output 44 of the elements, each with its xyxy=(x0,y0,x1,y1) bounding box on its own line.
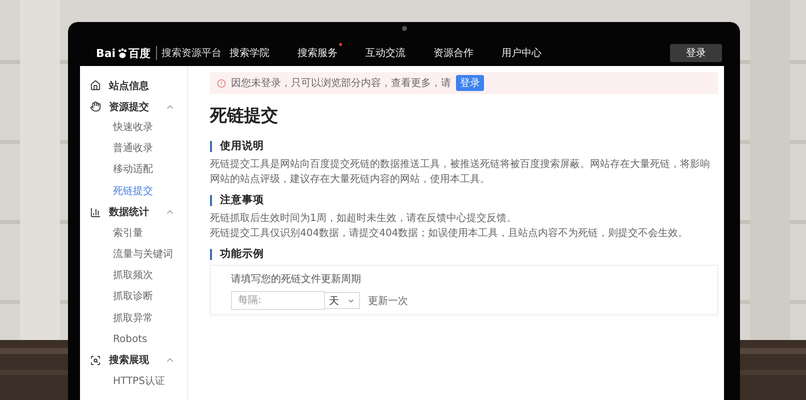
camera-icon xyxy=(402,26,406,31)
platform-name: 搜索资源平台 xyxy=(156,46,222,60)
sidebar-item[interactable]: 普通收录 xyxy=(113,138,187,160)
input-field[interactable]: 每隔: xyxy=(231,291,325,310)
sidebar-item[interactable]: Robots xyxy=(113,328,187,350)
nav-link[interactable]: 资源合作 xyxy=(434,46,474,60)
sidebar-item[interactable]: 抓取诊断 xyxy=(113,286,187,308)
section-heading: 使用说明 xyxy=(210,141,718,152)
suffix-text: 更新一次 xyxy=(368,294,408,308)
sidebar-group[interactable]: 数据统计 xyxy=(109,205,165,220)
sidebar-group[interactable]: 搜索展现 xyxy=(109,353,165,368)
search-icon xyxy=(90,354,101,366)
paragraph: 死链抓取后生效时间为1周，如超时未生效，请在反馈中心提交反馈。 xyxy=(210,212,518,226)
sidebar-item[interactable]: HTTPS认证 xyxy=(113,370,187,392)
hand-icon xyxy=(90,101,101,112)
alert-icon xyxy=(217,78,226,88)
sidebar-item[interactable]: 死链提交 xyxy=(113,180,187,202)
paragraph: 死链提交工具仅识别404数据，请提交404数据；如误使用本工具，且站点内容不为死链，则提交不会生效。 xyxy=(210,226,690,241)
logo-text: 百度 xyxy=(128,46,151,60)
section-heading: 注意事项 xyxy=(210,195,718,206)
sidebar-item[interactable]: 流量与关键词 xyxy=(113,244,187,266)
login-button[interactable]: 登录 xyxy=(456,75,484,91)
login-button[interactable]: 登录 xyxy=(670,44,722,62)
bar-chart-icon xyxy=(90,206,101,218)
sidebar-item[interactable]: 移动适配 xyxy=(113,159,187,181)
section-heading: 功能示例 xyxy=(210,249,718,260)
sidebar-item[interactable]: 抓取频次 xyxy=(113,265,187,286)
logo-text: Bai xyxy=(96,46,116,60)
nav-link[interactable]: 搜索学院 xyxy=(230,46,270,60)
form-label: 请填写您的死链文件更新周期 xyxy=(231,272,362,286)
sidebar-group[interactable]: 站点信息 xyxy=(109,78,187,92)
nav-link[interactable]: 互动交流 xyxy=(366,46,406,60)
paw-icon xyxy=(116,48,128,58)
nav-link[interactable]: 用户中心 xyxy=(502,46,542,60)
sidebar-group[interactable]: 资源提交 xyxy=(109,100,165,114)
sidebar-item[interactable]: 快速收录 xyxy=(113,117,187,138)
paragraph: 死链提交工具是网站向百度提交死链的数据推送工具，被推送死链将被百度搜索屏蔽。网站存在大量死链，将影响网站的站点评级，建议存在大量死链内容的网站，使用本工具。 xyxy=(210,158,711,187)
sidebar-item[interactable]: 索引量 xyxy=(113,222,187,244)
sidebar-item[interactable]: 抓取异常 xyxy=(113,308,187,329)
unit-select[interactable]: 天 xyxy=(324,292,360,309)
house-icon xyxy=(90,80,101,91)
nav-link[interactable]: 搜索服务 xyxy=(298,46,338,60)
notice-text: 因您未登录，只可以浏览部分内容，查看更多，请 xyxy=(231,76,451,90)
page-title: 死链提交 xyxy=(210,105,279,127)
